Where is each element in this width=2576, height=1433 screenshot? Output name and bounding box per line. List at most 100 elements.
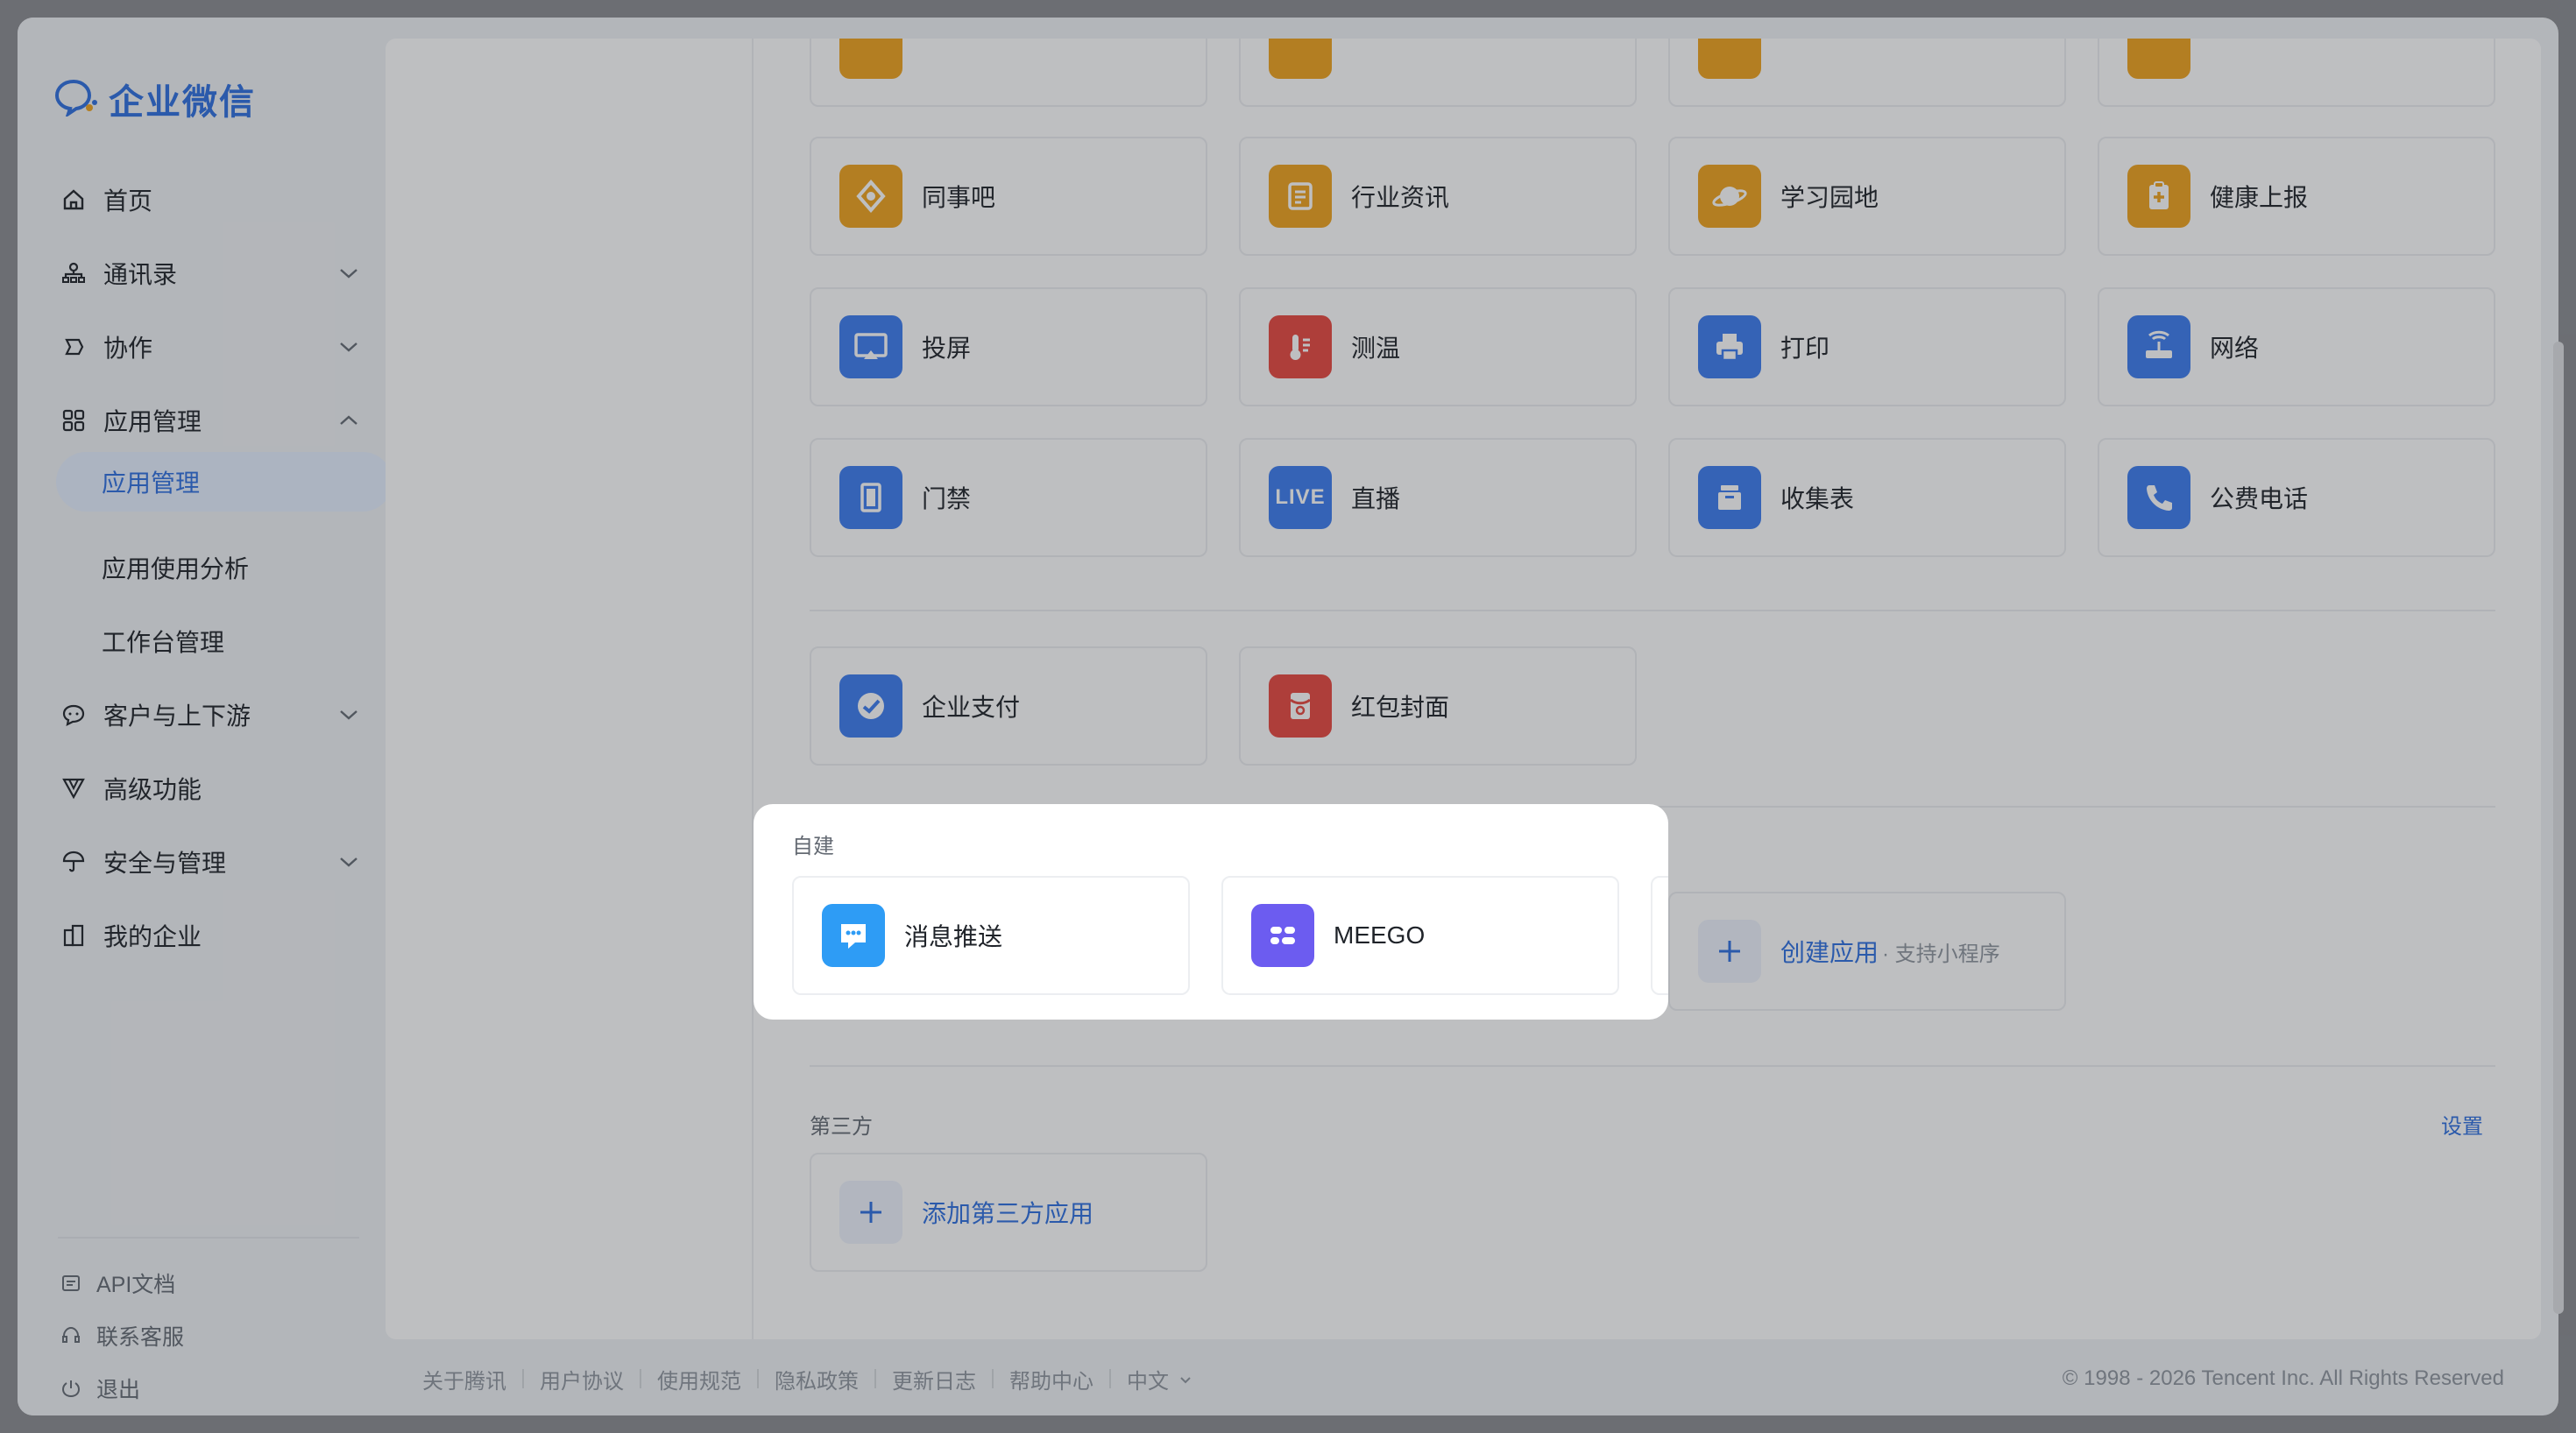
wecom-logo-icon bbox=[54, 78, 100, 121]
third-party-settings-link[interactable]: 设置 bbox=[2441, 1109, 2483, 1140]
app-card-learning[interactable]: 学习园地 bbox=[1668, 137, 2066, 256]
sidebar-item-label: 安全与管理 bbox=[103, 850, 227, 877]
footer-link-about[interactable]: 关于腾讯 bbox=[422, 1364, 506, 1394]
sidebar-item-customers[interactable]: 客户与上下游 bbox=[58, 687, 364, 743]
app-card-enterprise-pay[interactable]: 企业支付 bbox=[810, 646, 1207, 766]
add-third-party-label: 添加第三方应用 bbox=[922, 1200, 1094, 1227]
app-card-partial[interactable] bbox=[810, 39, 1207, 107]
message-push-icon bbox=[822, 904, 885, 967]
api-docs-label: API文档 bbox=[96, 1273, 176, 1297]
footer-separator bbox=[640, 1369, 641, 1388]
app-card-partial[interactable] bbox=[1668, 39, 2066, 107]
app-card-colleague-bar[interactable]: 同事吧 bbox=[810, 137, 1207, 256]
app-card-print[interactable]: 打印 bbox=[1668, 287, 2066, 406]
app-card-industry-news[interactable]: 行业资讯 bbox=[1239, 137, 1637, 256]
app-card-partial[interactable] bbox=[2098, 39, 2495, 107]
doc-icon bbox=[58, 1270, 84, 1296]
plus-icon bbox=[839, 1181, 902, 1244]
app-label: 打印 bbox=[1780, 335, 1830, 362]
logo[interactable]: 企业微信 bbox=[54, 74, 256, 124]
chat-icon bbox=[58, 699, 89, 731]
chevron-down-icon bbox=[1179, 1366, 1192, 1391]
sidebar-item-label: 客户与上下游 bbox=[103, 702, 251, 730]
footer-separator bbox=[992, 1369, 994, 1388]
chevron-down-icon[interactable] bbox=[333, 258, 364, 289]
footer-link-user-agreement[interactable]: 用户协议 bbox=[540, 1364, 624, 1394]
app-label: 收集表 bbox=[1780, 485, 1855, 512]
collab-icon bbox=[58, 331, 89, 363]
sidebar-subitem-app-management[interactable]: 应用管理 bbox=[56, 452, 393, 512]
chevron-up-icon[interactable] bbox=[333, 405, 364, 436]
create-app-card[interactable]: 创建应用 · 支持小程序 bbox=[1668, 892, 2066, 1011]
sidebar-item-label: 协作 bbox=[103, 335, 153, 362]
sidebar-subitem-label: 应用管理 bbox=[102, 469, 201, 497]
app-label: MEEGO bbox=[1334, 921, 1426, 949]
sidebar-item-advanced[interactable]: 高级功能 bbox=[58, 760, 364, 816]
app-card-public-phone[interactable]: 公费电话 bbox=[2098, 438, 2495, 557]
app-label: 网络 bbox=[2210, 335, 2260, 362]
app-label: 直播 bbox=[1351, 485, 1401, 512]
plus-icon bbox=[1698, 920, 1761, 983]
footer-link-changelog[interactable]: 更新日志 bbox=[892, 1364, 976, 1394]
footer-link-help[interactable]: 帮助中心 bbox=[1009, 1364, 1093, 1394]
app-card-temperature[interactable]: 测温 bbox=[1239, 287, 1637, 406]
app-card-message-push[interactable]: 消息推送 bbox=[792, 876, 1190, 995]
sidebar-item-contacts[interactable]: 通讯录 bbox=[58, 245, 364, 301]
self-built-spotlight: 自建 消息推送 MEEGO bbox=[754, 804, 1668, 1020]
sidebar: 企业微信 首页 通讯录 协作 应用管理 应用管理 应用使用分析 工作台管理 客户… bbox=[18, 18, 393, 1415]
funnel-icon bbox=[58, 773, 89, 804]
app-label: 公费电话 bbox=[2210, 485, 2309, 512]
app-icon bbox=[1698, 39, 1761, 79]
chevron-down-icon[interactable] bbox=[333, 331, 364, 363]
app-card-network[interactable]: 网络 bbox=[2098, 287, 2495, 406]
app-card-form[interactable]: 收集表 bbox=[1668, 438, 2066, 557]
sidebar-subitem-workbench[interactable]: 工作台管理 bbox=[102, 613, 224, 669]
language-selector[interactable]: 中文 bbox=[1127, 1364, 1192, 1394]
sidebar-item-security[interactable]: 安全与管理 bbox=[58, 834, 364, 890]
app-label: 企业支付 bbox=[922, 694, 1021, 721]
add-third-party-app-card[interactable]: 添加第三方应用 bbox=[810, 1153, 1207, 1272]
printer-icon bbox=[1698, 315, 1761, 378]
building-icon bbox=[58, 920, 89, 951]
news-icon bbox=[1269, 165, 1332, 228]
sidebar-item-collab[interactable]: 协作 bbox=[58, 319, 364, 375]
inbox-icon bbox=[1698, 466, 1761, 529]
app-card-live[interactable]: LIVE 直播 bbox=[1239, 438, 1637, 557]
contact-support-link[interactable]: 联系客服 bbox=[58, 1314, 184, 1358]
app-label: 行业资讯 bbox=[1351, 184, 1450, 211]
api-docs-link[interactable]: API文档 bbox=[58, 1261, 175, 1305]
app-card-access-control[interactable]: 门禁 bbox=[810, 438, 1207, 557]
pay-check-icon bbox=[839, 674, 902, 738]
app-icon bbox=[1269, 39, 1332, 79]
screencast-icon bbox=[839, 315, 902, 378]
grid-icon bbox=[58, 405, 89, 436]
app-card-screen-cast[interactable]: 投屏 bbox=[810, 287, 1207, 406]
sidebar-subitem-app-usage[interactable]: 应用使用分析 bbox=[102, 540, 249, 596]
app-label: 健康上报 bbox=[2210, 184, 2309, 211]
copyright-text: © 1998 - 2026 Tencent Inc. All Rights Re… bbox=[2062, 1366, 2504, 1390]
app-card-health-report[interactable]: 健康上报 bbox=[2098, 137, 2495, 256]
section-divider bbox=[810, 1065, 2495, 1067]
app-card-partial[interactable] bbox=[1239, 39, 1637, 107]
sidebar-divider bbox=[58, 1237, 359, 1239]
app-label: 投屏 bbox=[922, 335, 972, 362]
page-footer: 关于腾讯 用户协议 使用规范 隐私政策 更新日志 帮助中心 中文 © 1998 … bbox=[386, 1358, 2541, 1400]
chevron-down-icon[interactable] bbox=[333, 699, 364, 731]
footer-separator bbox=[522, 1369, 524, 1388]
sidebar-item-home[interactable]: 首页 bbox=[58, 172, 364, 228]
create-app-label: 创建应用 bbox=[1780, 939, 1879, 966]
contact-support-label: 联系客服 bbox=[96, 1325, 185, 1350]
sidebar-item-label: 首页 bbox=[103, 187, 153, 215]
footer-link-privacy[interactable]: 隐私政策 bbox=[775, 1364, 859, 1394]
sidebar-item-app-management[interactable]: 应用管理 bbox=[58, 392, 364, 448]
chevron-down-icon[interactable] bbox=[333, 846, 364, 878]
logout-link[interactable]: 退出 bbox=[58, 1366, 140, 1410]
footer-link-usage-rules[interactable]: 使用规范 bbox=[657, 1364, 741, 1394]
app-card-meego[interactable]: MEEGO bbox=[1221, 876, 1619, 995]
sidebar-item-my-company[interactable]: 我的企业 bbox=[58, 907, 364, 964]
colleague-bar-icon bbox=[839, 165, 902, 228]
footer-links: 关于腾讯 用户协议 使用规范 隐私政策 更新日志 帮助中心 中文 bbox=[422, 1364, 1192, 1394]
create-app-card-edge[interactable] bbox=[1651, 876, 1668, 995]
app-card-red-packet-cover[interactable]: 红包封面 bbox=[1239, 646, 1637, 766]
scrollbar-thumb[interactable] bbox=[2553, 342, 2564, 1314]
